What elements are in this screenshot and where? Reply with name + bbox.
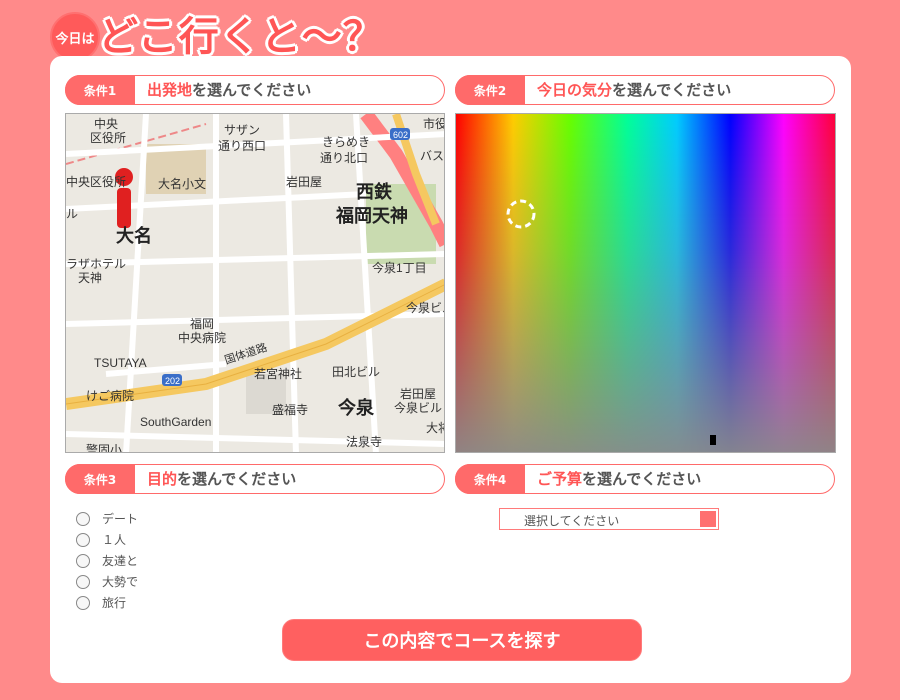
condition-2-header: 条件2 今日の気分を選んでください: [455, 75, 835, 105]
search-course-button[interactable]: この内容でコースを探す: [282, 619, 642, 661]
condition-3-header: 条件3 目的を選んでください: [65, 464, 445, 494]
map-label: 今泉ビル: [394, 400, 442, 415]
map-label: バス: [420, 149, 444, 163]
mood-color-picker[interactable]: [455, 113, 836, 453]
map-label: 今泉: [338, 397, 375, 418]
radio-label: 旅行: [102, 596, 127, 610]
purpose-radio-group: デート １人 友達と 大勢で 旅行: [76, 508, 138, 613]
budget-select[interactable]: 選択してください: [499, 508, 719, 530]
today-badge: 今日は: [50, 12, 100, 62]
map-label: 中央病院: [178, 330, 226, 345]
map-label: 今泉ビル: [406, 300, 445, 315]
purpose-option-date[interactable]: デート: [76, 508, 138, 529]
map-label: 区役所: [90, 130, 126, 145]
map-label: 602: [393, 130, 408, 140]
map-label: 福岡天神: [335, 205, 408, 226]
map-label: SouthGarden: [140, 415, 211, 429]
map-label: 盛福寺: [272, 402, 308, 417]
radio-button[interactable]: [76, 553, 90, 568]
map-label: 岩田屋: [286, 174, 322, 189]
map-label: 通り北口: [320, 151, 368, 165]
radio-button[interactable]: [76, 574, 90, 589]
condition-2-tag: 条件2: [455, 75, 525, 105]
purpose-option-friends[interactable]: 友達と: [76, 550, 138, 571]
main-panel: 条件1 出発地を選んでください 条件2 今日の気分を選んでください 中央 区役所…: [50, 56, 851, 683]
condition-1-header: 条件1 出発地を選んでください: [65, 75, 445, 105]
departure-map[interactable]: 中央 区役所 サザン 通り西口 きらめき 通り北口 市役 バス 中央区役所 大名…: [65, 113, 445, 453]
map-label: 警固小: [86, 442, 122, 453]
map-label: 西鉄: [356, 181, 392, 202]
radio-button[interactable]: [76, 595, 90, 610]
radio-button[interactable]: [76, 511, 90, 526]
condition-1-tag: 条件1: [65, 75, 135, 105]
condition-4-text: ご予算を選んでください: [537, 470, 702, 488]
condition-3-tag: 条件3: [65, 464, 135, 494]
map-label: けご病院: [86, 388, 134, 403]
map-label: 通り西口: [218, 139, 266, 153]
radio-label: 大勢で: [102, 575, 139, 589]
map-label: ル: [66, 207, 78, 221]
map-label: TSUTAYA: [94, 356, 147, 370]
map-label: 天神: [78, 271, 102, 285]
map-label: 大名: [116, 225, 152, 246]
purpose-option-group[interactable]: 大勢で: [76, 571, 138, 592]
map-label: 法泉寺: [346, 435, 382, 449]
radio-label: デート: [102, 512, 139, 526]
map-label: 大将: [426, 421, 445, 435]
map-label: 岩田屋: [400, 386, 436, 401]
map-label: 中央区役所: [66, 174, 126, 189]
map-label: きらめき: [322, 135, 370, 149]
radio-button[interactable]: [76, 532, 90, 547]
map-label: サザン: [224, 123, 260, 137]
map-label: 若宮神社: [254, 366, 302, 381]
condition-3-text: 目的を選んでください: [147, 470, 297, 488]
map-label: 福岡: [190, 316, 214, 331]
condition-1-text: 出発地を選んでください: [147, 81, 312, 99]
condition-4-header: 条件4 ご予算を選んでください: [455, 464, 835, 494]
radio-label: 友達と: [102, 554, 139, 568]
map-label: 202: [165, 376, 180, 386]
map-label: 中央: [94, 116, 118, 131]
condition-2-text: 今日の気分を選んでください: [537, 81, 732, 99]
map-label: 市役: [423, 116, 445, 131]
map-label: 田北ビル: [332, 365, 380, 379]
radio-label: １人: [102, 533, 127, 547]
condition-4-tag: 条件4: [455, 464, 525, 494]
budget-select-value: 選択してください: [524, 514, 620, 528]
page-title: どこ行くと〜？: [98, 14, 384, 60]
map-label: 今泉1丁目: [372, 260, 427, 275]
map-label: 大名小文: [158, 176, 206, 191]
purpose-option-alone[interactable]: １人: [76, 529, 138, 550]
header: 今日は どこ行くと〜？: [50, 8, 450, 62]
map-label: ラザホテル: [66, 257, 126, 271]
dropdown-arrow-icon[interactable]: [700, 511, 716, 527]
purpose-option-travel[interactable]: 旅行: [76, 592, 138, 613]
